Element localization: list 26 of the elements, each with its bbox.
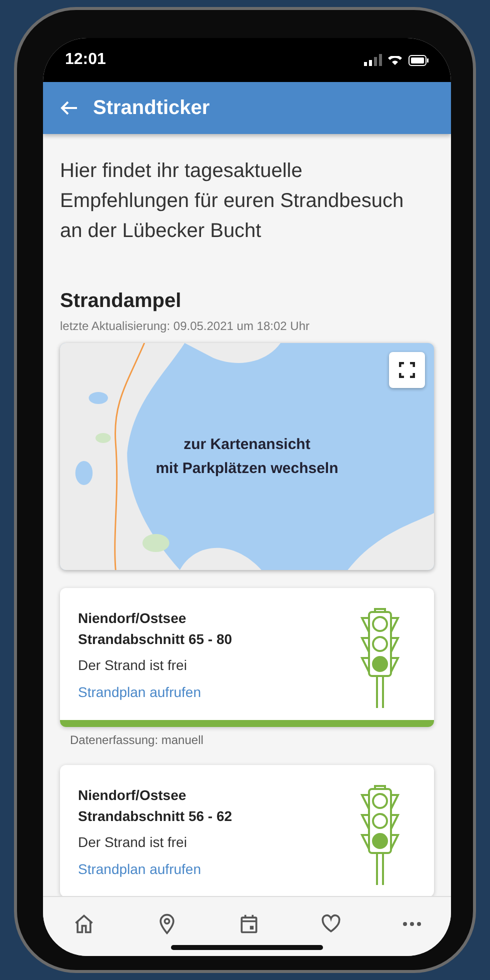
more-dots-icon <box>402 922 421 926</box>
update-time: letzte Aktualisierung: 09.05.2021 um 18:02 Uhr <box>60 319 310 333</box>
fullscreen-button[interactable] <box>389 352 425 388</box>
wifi-icon <box>388 56 402 64</box>
home-icon <box>73 913 96 935</box>
traffic-light-icon <box>360 608 400 708</box>
fullscreen-icon <box>399 362 415 378</box>
traffic-light-icon <box>360 785 400 885</box>
beach-name: Niendorf/Ostsee <box>78 609 188 628</box>
status-time: 12:01 <box>65 51 106 69</box>
map-caption: zur Kartenansicht mit Parkplätzen wechseln <box>156 434 338 478</box>
beach-name: Niendorf/Ostsee <box>78 786 188 805</box>
data-source: Datenerfassung: manuell <box>70 733 204 747</box>
beach-status: Der Strand ist frei <box>78 834 188 850</box>
section-title: Strandampel <box>60 290 182 313</box>
page-title: Strandticker <box>93 96 210 120</box>
intro-text: Hier findet ihr tagesaktuelle Empfehlungen für euren Strandbesuch an der Lübecker Bucht <box>60 159 405 244</box>
map-preview[interactable]: zur Kartenansicht mit Parkplätzen wechseln <box>60 343 434 570</box>
beach-status: Der Strand ist frei <box>78 657 188 673</box>
beach-section: Strandabschnitt 65 - 80 <box>78 629 232 650</box>
beach-section: Strandabschnitt 56 - 62 <box>78 806 232 827</box>
battery-icon <box>408 54 429 66</box>
beach-plan-link[interactable]: Strandplan aufrufen <box>78 684 232 700</box>
signal-icon <box>364 54 382 66</box>
heart-icon <box>320 913 342 935</box>
beach-plan-link[interactable]: Strandplan aufrufen <box>78 861 232 877</box>
